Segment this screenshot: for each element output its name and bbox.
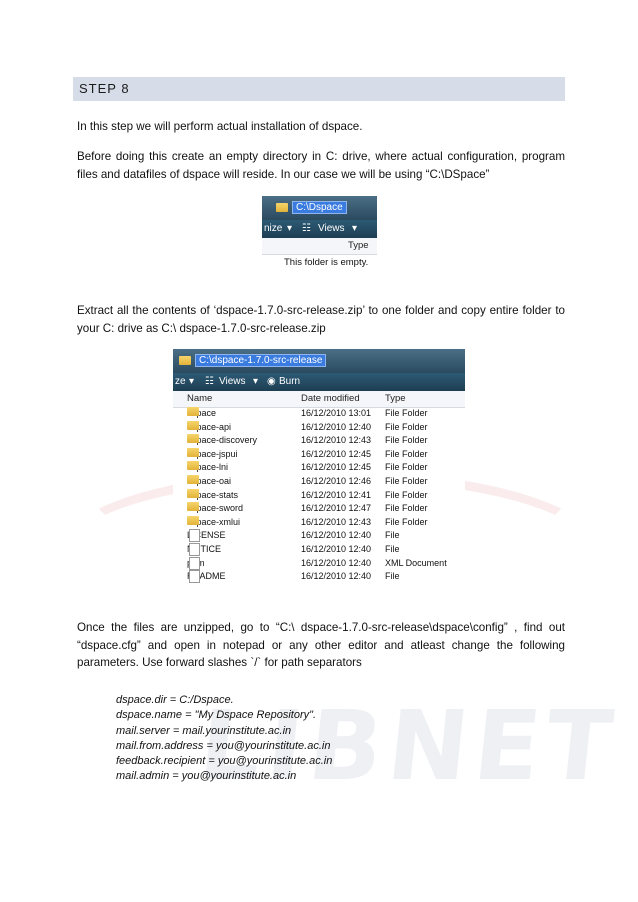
config-line: mail.admin = you@yourinstitute.ac.in bbox=[116, 770, 297, 783]
file-date: 16/12/2010 12:40 bbox=[301, 543, 372, 554]
file-type: File Folder bbox=[385, 475, 428, 486]
column-name: Name bbox=[187, 393, 213, 404]
paragraph-create-directory: Before doing this create an empty direct… bbox=[77, 150, 565, 181]
file-date: 16/12/2010 12:40 bbox=[301, 421, 372, 432]
config-line: dspace.dir = C:/Dspace. bbox=[116, 694, 234, 706]
file-date: 16/12/2010 12:43 bbox=[301, 516, 372, 527]
file-row[interactable]: dspace-lni 16/12/2010 12:45 File Folder bbox=[173, 461, 465, 475]
file-date: 16/12/2010 13:01 bbox=[301, 408, 372, 418]
file-type: File Folder bbox=[385, 489, 428, 500]
screenshot-src-release-folder: C:\dspace-1.7.0-src-release ze ▾ ☷ Views… bbox=[173, 349, 465, 602]
file-row[interactable]: dspace-xmlui 16/12/2010 12:43 File Folder bbox=[173, 515, 465, 530]
config-line: mail.server = mail.yourinstitute.ac.in bbox=[116, 724, 292, 737]
column-type: Type bbox=[385, 393, 406, 404]
file-type: File bbox=[385, 571, 400, 582]
folder-icon bbox=[187, 474, 199, 484]
organize-menu: nize bbox=[264, 223, 283, 234]
views-menu: Views bbox=[318, 223, 345, 234]
file-date: 16/12/2010 12:40 bbox=[301, 557, 372, 568]
file-type: File Folder bbox=[385, 421, 428, 432]
folder-icon bbox=[187, 420, 199, 430]
file-type: XML Document bbox=[385, 557, 447, 568]
folder-icon bbox=[187, 515, 199, 525]
file-date: 16/12/2010 12:43 bbox=[301, 435, 372, 446]
organize-arrow-icon: ▾ bbox=[287, 223, 293, 234]
file-row[interactable]: LICENSE 16/12/2010 12:40 File bbox=[173, 529, 465, 543]
file-date: 16/12/2010 12:47 bbox=[301, 503, 372, 514]
column-header: Type bbox=[262, 238, 377, 255]
column-type: Type bbox=[348, 240, 369, 251]
views-arrow-icon: ▾ bbox=[253, 376, 259, 387]
folder-icon bbox=[187, 447, 199, 457]
file-date: 16/12/2010 12:45 bbox=[301, 448, 372, 459]
file-icon bbox=[189, 542, 200, 556]
explorer-toolbar: nize ▾ ☷ Views ▾ bbox=[262, 220, 377, 238]
file-type: File Folder bbox=[385, 503, 428, 514]
file-type: File bbox=[385, 530, 400, 541]
file-row[interactable]: dspace-stats 16/12/2010 12:41 File Folder bbox=[173, 488, 465, 503]
file-type: File Folder bbox=[385, 462, 428, 473]
explorer-toolbar: ze ▾ ☷ Views ▾ ◉ Burn bbox=[173, 373, 465, 391]
file-date: 16/12/2010 12:40 bbox=[301, 530, 372, 541]
folder-icon bbox=[276, 202, 288, 212]
address-text: C:\Dspace bbox=[292, 201, 347, 214]
file-date: 16/12/2010 12:46 bbox=[301, 475, 372, 486]
file-date: 16/12/2010 12:40 bbox=[301, 571, 372, 582]
paragraph-extract: Extract all the contents of ‘dspace-1.7.… bbox=[77, 304, 565, 335]
file-row[interactable]: dspace-jspui 16/12/2010 12:45 File Folder bbox=[173, 447, 465, 462]
file-icon bbox=[189, 570, 200, 584]
burn-icon: ◉ bbox=[267, 376, 276, 387]
file-row[interactable]: dspace-discovery 16/12/2010 12:43 File Fol… bbox=[173, 434, 465, 448]
column-date-modified: Date modified bbox=[301, 393, 360, 404]
folder-icon bbox=[187, 407, 199, 416]
paragraph-configure: Once the files are unzipped, go to “C:\ … bbox=[77, 621, 565, 669]
folder-icon bbox=[187, 434, 199, 444]
column-header: Name Date modified Type bbox=[173, 391, 465, 408]
burn-menu: Burn bbox=[279, 376, 301, 387]
file-row[interactable]: pom16/12/2010 12:40XML Document bbox=[173, 556, 465, 571]
screenshot-empty-folder: C:\Dspace nize ▾ ☷ Views ▾ Type This fol… bbox=[262, 196, 377, 274]
file-type: File bbox=[385, 543, 400, 554]
views-icon: ☷ bbox=[205, 376, 214, 387]
address-bar: C:\Dspace bbox=[262, 196, 377, 220]
file-date: 16/12/2010 12:41 bbox=[301, 489, 372, 500]
views-arrow-icon: ▾ bbox=[352, 223, 358, 234]
file-type: File Folder bbox=[385, 408, 428, 418]
file-row[interactable]: dspace-api 16/12/2010 12:40 File Folder bbox=[173, 420, 465, 435]
file-row[interactable]: dspace-oai 16/12/2010 12:46 File Folder bbox=[173, 474, 465, 489]
config-parameters: dspace.dir = C:/Dspace. dspace.name = "My… bbox=[116, 693, 332, 785]
config-line: dspace.name = "My Dspace Repository". bbox=[116, 709, 317, 722]
file-type: File Folder bbox=[385, 516, 428, 527]
paragraph-intro: In this step we will perform actual inst… bbox=[77, 120, 363, 133]
organize-menu: ze bbox=[175, 376, 186, 387]
file-row[interactable]: dspace-sword 16/12/2010 12:47 File Folder bbox=[173, 502, 465, 516]
config-line: feedback.recipient = you@yourinstitute.a… bbox=[116, 755, 333, 768]
file-date: 16/12/2010 12:45 bbox=[301, 462, 372, 473]
step-heading: STEP 8 bbox=[73, 77, 565, 101]
address-text: C:\dspace-1.7.0-src-release bbox=[195, 354, 327, 367]
views-icon: ☷ bbox=[302, 223, 311, 234]
file-row[interactable]: dspace 16/12/2010 13:01 File Folder bbox=[173, 407, 465, 421]
folder-icon bbox=[187, 461, 199, 471]
config-line: mail.from.address = you@yourinstitute.ac… bbox=[116, 739, 331, 752]
folder-icon bbox=[179, 355, 191, 365]
file-icon bbox=[189, 529, 200, 543]
file-row[interactable]: NOTICE 16/12/2010 12:40 File bbox=[173, 542, 465, 557]
folder-icon bbox=[187, 488, 199, 498]
file-row[interactable]: README 16/12/2010 12:40 File bbox=[173, 570, 465, 584]
empty-folder-message: This folder is empty. bbox=[284, 257, 369, 268]
file-type: File Folder bbox=[385, 448, 428, 459]
step-title: STEP 8 bbox=[79, 81, 130, 96]
file-type: File Folder bbox=[385, 435, 428, 446]
organize-arrow-icon: ▾ bbox=[189, 376, 195, 387]
views-menu: Views bbox=[219, 376, 246, 387]
folder-icon bbox=[187, 502, 199, 512]
address-bar: C:\dspace-1.7.0-src-release bbox=[173, 349, 465, 373]
file-list: dspace 16/12/2010 13:01 File Folder dspace-… bbox=[173, 407, 465, 584]
xml-file-icon bbox=[189, 556, 200, 570]
